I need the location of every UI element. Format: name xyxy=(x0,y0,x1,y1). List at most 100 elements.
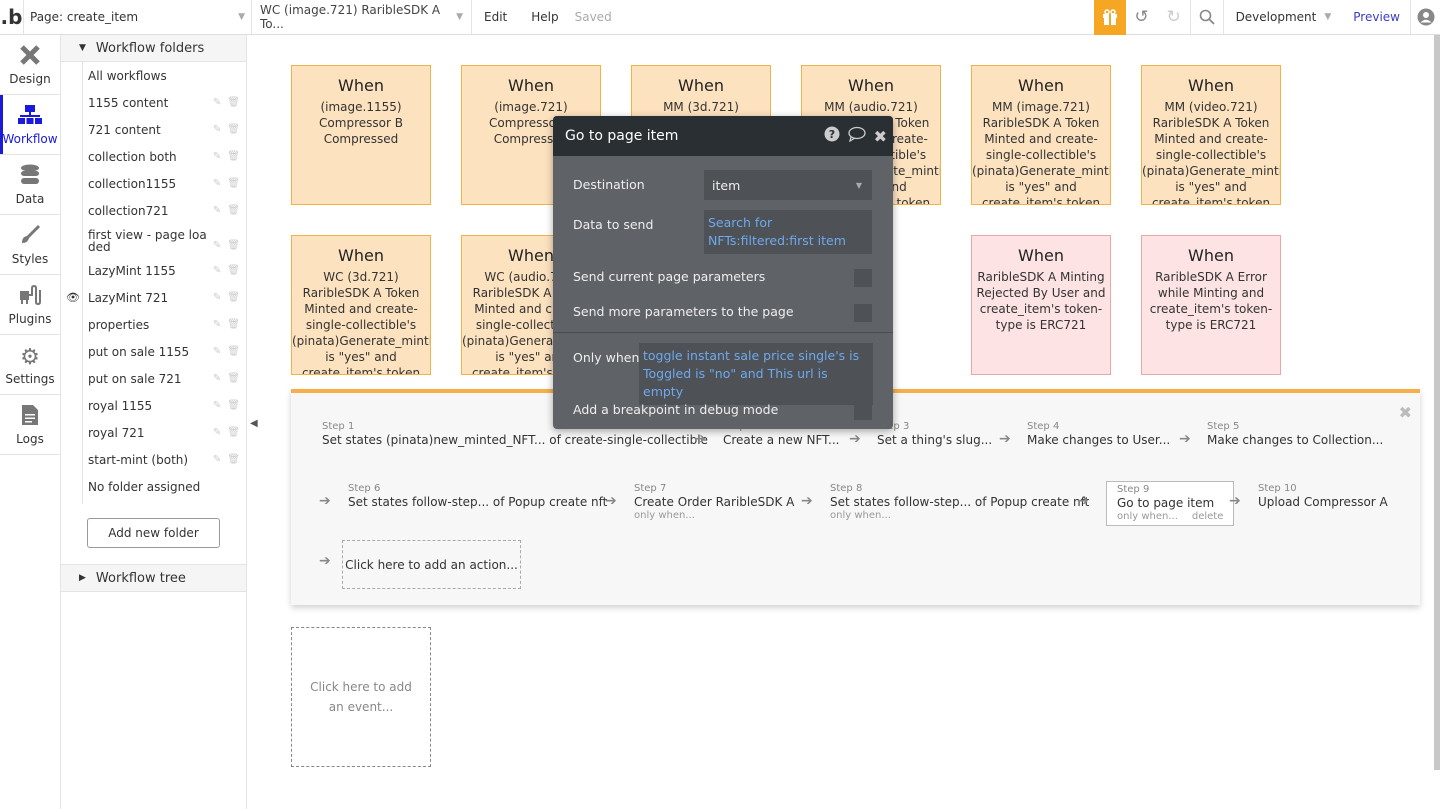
folder-item[interactable]: collection1155 ✎ 🗑 xyxy=(83,170,246,197)
folder-item[interactable]: royal 721 ✎ 🗑 xyxy=(83,419,246,446)
trash-icon[interactable]: 🗑 xyxy=(227,97,240,108)
edit-icon[interactable]: ✎ xyxy=(213,346,221,357)
nav-design[interactable]: Design xyxy=(0,35,60,95)
gift-icon[interactable] xyxy=(1093,0,1126,35)
trash-icon[interactable]: 🗑 xyxy=(227,373,240,384)
edit-icon[interactable]: ✎ xyxy=(213,124,221,135)
edit-icon[interactable]: ✎ xyxy=(213,373,221,384)
preview-button[interactable]: Preview xyxy=(1343,10,1410,24)
add-new-folder-button[interactable]: Add new folder xyxy=(87,518,220,548)
menu-edit[interactable]: Edit xyxy=(472,10,519,24)
edit-icon[interactable]: ✎ xyxy=(213,178,221,189)
redo-icon[interactable]: ↻ xyxy=(1158,0,1190,35)
add-action-button[interactable]: Click here to add an action... xyxy=(342,540,521,589)
send-more-params-checkbox[interactable] xyxy=(854,304,872,322)
step-9[interactable]: Step 9 Go to page item only when... delete xyxy=(1106,481,1235,526)
folder-item[interactable]: 721 content ✎ 🗑 xyxy=(83,116,246,143)
folder-item[interactable]: No folder assigned xyxy=(83,473,246,500)
bubble-logo[interactable]: .b xyxy=(0,0,24,35)
step-8[interactable]: Step 8 Set states follow-step... of Popup… xyxy=(830,483,1089,521)
edit-icon[interactable]: ✎ xyxy=(213,240,221,251)
edit-icon[interactable]: ✎ xyxy=(213,292,221,303)
trash-icon[interactable]: 🗑 xyxy=(227,400,240,411)
folder-item[interactable]: 👁 LazyMint 721 ✎ 🗑 xyxy=(66,284,246,311)
nav-workflow[interactable]: Workflow xyxy=(0,95,60,155)
eye-icon[interactable]: 👁 xyxy=(66,291,80,304)
close-icon[interactable]: ✖ xyxy=(1399,403,1412,422)
trash-icon[interactable]: 🗑 xyxy=(227,151,240,162)
step-6[interactable]: Step 6 Set states follow-step... of Popup… xyxy=(348,483,607,509)
workflow-folders-header[interactable]: ▼ Workflow folders xyxy=(61,35,246,62)
breakpoint-checkbox[interactable] xyxy=(854,402,872,420)
collapse-panel-icon[interactable]: ◀ xyxy=(250,418,258,429)
folder-item[interactable]: All workflows xyxy=(83,62,246,89)
trash-icon[interactable]: 🗑 xyxy=(227,454,240,465)
step-3[interactable]: Step 3 Set a thing's slug... xyxy=(877,421,992,447)
environment-selector[interactable]: Development ▼ xyxy=(1224,10,1344,24)
edit-icon[interactable]: ✎ xyxy=(213,97,221,108)
step-7[interactable]: Step 7 Create Order RaribleSDK Aonly when… xyxy=(634,483,794,521)
editor-header[interactable]: Go to page item ? ✖ xyxy=(553,116,893,156)
event-card[interactable]: When RaribleSDK A Minting Rejected By Use… xyxy=(971,235,1111,375)
edit-icon[interactable]: ✎ xyxy=(213,454,221,465)
search-icon[interactable] xyxy=(1191,0,1223,35)
folder-item[interactable]: 1155 content ✎ 🗑 xyxy=(83,89,246,116)
event-card[interactable]: When WC (3d.721) RaribleSDK A Token Minte… xyxy=(291,235,431,375)
folder-name: LazyMint 721 xyxy=(88,290,169,305)
only-when-field[interactable]: toggle instant sale price single's is To… xyxy=(639,343,873,405)
nav-data[interactable]: Data xyxy=(0,155,60,215)
step-10[interactable]: Step 10 Upload Compressor A xyxy=(1258,483,1388,509)
undo-icon[interactable]: ↺ xyxy=(1126,0,1158,35)
edit-icon[interactable]: ✎ xyxy=(213,265,221,276)
nav-plugins[interactable]: Plugins xyxy=(0,275,60,335)
folder-item[interactable]: collection both ✎ 🗑 xyxy=(83,143,246,170)
nav-settings[interactable]: ⚙ Settings xyxy=(0,335,60,395)
nav-styles[interactable]: Styles xyxy=(0,215,60,275)
event-card[interactable]: When RaribleSDK A Error while Minting and… xyxy=(1141,235,1281,375)
folder-item[interactable]: collection721 ✎ 🗑 xyxy=(83,197,246,224)
edit-icon[interactable]: ✎ xyxy=(213,400,221,411)
help-icon[interactable]: ? xyxy=(824,126,840,146)
data-to-send-field[interactable]: Search for NFTs:filtered:first item xyxy=(704,210,872,254)
trash-icon[interactable]: 🗑 xyxy=(227,124,240,135)
folder-item[interactable]: royal 1155 ✎ 🗑 xyxy=(83,392,246,419)
add-event-button[interactable]: Click here to add an event... xyxy=(291,627,431,767)
step-5[interactable]: Step 5 Make changes to Collection... xyxy=(1207,421,1383,447)
folder-item[interactable]: put on sale 721 ✎ 🗑 xyxy=(83,365,246,392)
event-card[interactable]: When MM (video.721) RaribleSDK A Token Mi… xyxy=(1141,65,1281,205)
delete-step-link[interactable]: delete xyxy=(1192,511,1224,522)
user-menu[interactable] xyxy=(1410,0,1440,35)
folder-item[interactable]: properties ✎ 🗑 xyxy=(83,311,246,338)
canvas-scrollbar[interactable] xyxy=(1434,35,1440,770)
edit-icon[interactable]: ✎ xyxy=(213,427,221,438)
page-selector[interactable]: Page: create_item ▼ xyxy=(24,0,252,35)
nav-logs[interactable]: Logs xyxy=(0,395,60,455)
trash-icon[interactable]: 🗑 xyxy=(227,205,240,216)
workflow-icon xyxy=(17,104,43,132)
trash-icon[interactable]: 🗑 xyxy=(227,240,240,251)
close-icon[interactable]: ✖ xyxy=(874,127,887,146)
edit-icon[interactable]: ✎ xyxy=(213,205,221,216)
event-card[interactable]: When MM (image.721) RaribleSDK A Token Mi… xyxy=(971,65,1111,205)
trash-icon[interactable]: 🗑 xyxy=(227,346,240,357)
menu-help[interactable]: Help xyxy=(519,10,562,24)
comment-icon[interactable] xyxy=(847,126,866,146)
trash-icon[interactable]: 🗑 xyxy=(227,178,240,189)
workflow-tree-header[interactable]: ▶ Workflow tree xyxy=(61,564,246,592)
folder-item[interactable]: LazyMint 1155 ✎ 🗑 xyxy=(83,257,246,284)
trash-icon[interactable]: 🗑 xyxy=(227,319,240,330)
trash-icon[interactable]: 🗑 xyxy=(227,427,240,438)
folder-item[interactable]: first view - page loaded ✎ 🗑 xyxy=(83,224,246,257)
workflow-selector[interactable]: WC (image.721) RaribleSDK A To... ▼ xyxy=(252,0,472,35)
folder-item[interactable]: start-mint (both) ✎ 🗑 xyxy=(83,446,246,473)
step-4[interactable]: Step 4 Make changes to User... xyxy=(1027,421,1170,447)
edit-icon[interactable]: ✎ xyxy=(213,151,221,162)
folder-item[interactable]: put on sale 1155 ✎ 🗑 xyxy=(83,338,246,365)
destination-dropdown[interactable]: item ▼ xyxy=(704,170,872,200)
trash-icon[interactable]: 🗑 xyxy=(227,292,240,303)
edit-icon[interactable]: ✎ xyxy=(213,319,221,330)
trash-icon[interactable]: 🗑 xyxy=(227,265,240,276)
step-label: Step 7 xyxy=(634,483,667,494)
send-current-params-checkbox[interactable] xyxy=(854,269,872,287)
event-card[interactable]: When (image.1155) Compressor B Compressed xyxy=(291,65,431,205)
